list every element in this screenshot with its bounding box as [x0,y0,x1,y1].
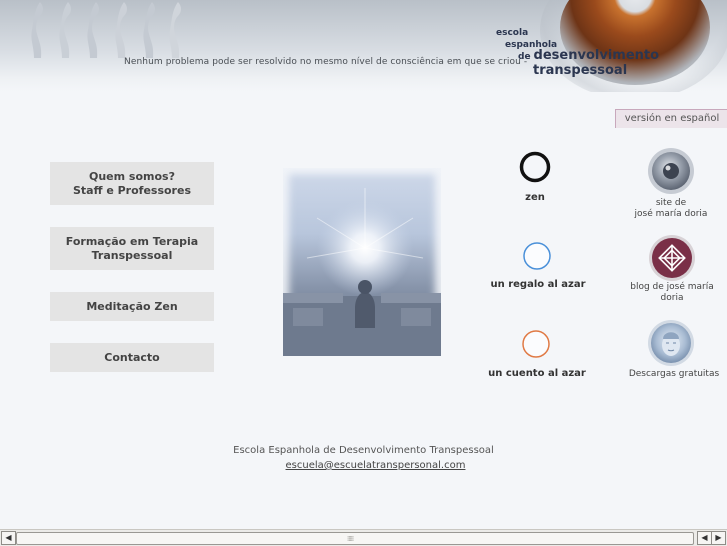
meditation-scene-image [283,188,441,356]
nav-label-line2: Transpessoal [91,248,173,262]
logo-text-desenvolvimento: desenvolvimento [533,48,660,63]
zen-enso-icon[interactable] [519,151,551,183]
buddha-icon[interactable] [647,319,695,367]
header-tagline: Nenhum problema pode ser resolvido no me… [124,57,528,67]
scroll-left-button-secondary[interactable]: ◀ [697,531,712,545]
footer-school-name: Escola Espanhola de Desenvolvimento Tran… [233,445,494,456]
nav-label-line1: Formação em Terapia [65,234,199,248]
logo-text-line1: escola [496,28,529,38]
scroll-left-button[interactable]: ◀ [1,531,16,545]
header-banner: Nenhum problema pode ser resolvido no me… [0,0,727,92]
regalo-link[interactable]: un regalo al azar [485,279,591,290]
scroll-right-button[interactable]: ▶ [711,531,726,545]
figure-silhouette [169,2,181,58]
nav-label-line2: Staff e Professores [72,183,191,197]
descargas-link[interactable]: Descargas gratuitas [622,369,726,380]
figure-silhouette [143,2,155,58]
site-label-line1: site de [655,198,687,208]
cuento-link[interactable]: un cuento al azar [484,368,590,379]
site-label-line2: josé maría doria [634,209,708,219]
blog-label-line1: blog de josé maría [630,282,714,292]
site-link[interactable]: site de josé maría doria [630,198,712,220]
figure-silhouette [59,2,71,58]
nav-button-quem-somos[interactable]: Quem somos? Staff e Professores [50,162,214,205]
nav-button-meditacao-zen[interactable]: Meditação Zen [50,292,214,321]
logo-text-line3: de desenvolvimento [518,48,659,63]
logo-text-line4: transpessoal [533,63,628,78]
meditation-photo [283,168,441,356]
horizontal-scrollbar[interactable]: ◀ ⁞⁞⁞⁞⁞ ◀ ▶ [0,529,727,546]
regalo-circle-icon[interactable] [522,241,552,271]
figure-silhouette [115,2,127,58]
blog-link[interactable]: blog de josé maría doria [628,282,716,304]
cuento-circle-icon[interactable] [521,329,551,359]
footer-email-link[interactable]: escuela@escuelatranspersonal.com [0,460,727,471]
figure-silhouette [31,2,43,58]
language-switch-link[interactable]: versión en español [615,109,727,128]
zen-link[interactable]: zen [500,192,570,203]
nav-label: Contacto [104,350,160,364]
scrollbar-grip-icon: ⁞⁞⁞⁞⁞ [347,535,354,543]
nav-button-contacto[interactable]: Contacto [50,343,214,372]
scrollbar-thumb[interactable]: ⁞⁞⁞⁞⁞ [16,532,694,545]
blog-label-line2: doria [660,293,684,303]
endless-knot-icon[interactable] [648,234,696,282]
logo-text-de: de [518,52,531,62]
eye-icon[interactable] [647,147,695,195]
nav-label: Meditação Zen [86,299,178,313]
figure-silhouette [87,2,99,58]
nav-button-formacao[interactable]: Formação em Terapia Transpessoal [50,227,214,270]
nav-label-line1: Quem somos? [89,169,175,183]
